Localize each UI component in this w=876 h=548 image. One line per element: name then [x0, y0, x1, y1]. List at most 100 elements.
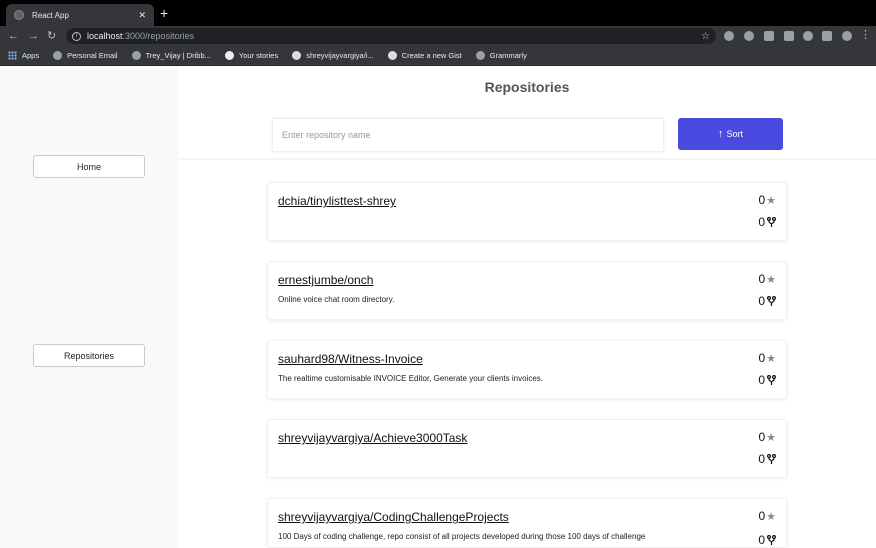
url-path: :3000/repositories — [122, 31, 195, 41]
extension-icon[interactable] — [784, 31, 794, 41]
divider — [178, 158, 876, 160]
reload-icon[interactable]: ↻ — [47, 29, 56, 43]
fork-count-value: 0 — [758, 533, 765, 547]
sidebar-item-repositories[interactable]: Repositories — [33, 344, 145, 367]
bookmark-label: Personal Email — [67, 51, 118, 60]
repo-link[interactable]: shreyvijayvargiya/CodingChallengeProject… — [278, 510, 509, 524]
bookmark-label: Apps — [22, 51, 40, 60]
bookmark-grammarly[interactable]: Grammarly — [475, 51, 527, 60]
fork-count-value: 0 — [758, 215, 765, 229]
extension-icon[interactable] — [724, 31, 734, 41]
tab-strip: React App ✕ + — [0, 0, 876, 26]
bookmark-label: Trey_Vijay | Dribb... — [145, 51, 211, 60]
fork-icon — [767, 295, 776, 306]
sidebar-item-home[interactable]: Home — [33, 155, 145, 178]
fork-count: 0 — [758, 533, 776, 547]
bookmark-label: Create a new Gist — [401, 51, 462, 60]
star-icon: ★ — [766, 510, 776, 523]
more-menu-icon[interactable]: ⋮ — [860, 29, 871, 41]
tab-title: React App — [32, 10, 69, 20]
browser-toolbar: ← → ↻ i localhost :3000/repositories ☆ ⋮ — [0, 26, 876, 46]
repo-description: The realtime customisable INVOICE Editor… — [278, 374, 543, 383]
bookmark-label: shreyvijayvargiya/i... — [306, 51, 374, 60]
repo-link[interactable]: ernestjumbe/onch — [278, 273, 373, 287]
star-count: 0 ★ — [758, 193, 776, 207]
medium-icon — [224, 51, 234, 60]
extension-icon[interactable] — [744, 31, 754, 41]
fork-count: 0 — [758, 452, 776, 466]
github-icon — [387, 51, 397, 60]
forward-arrow-icon[interactable]: → — [28, 29, 39, 43]
bookmark-label: Your stories — [238, 51, 279, 60]
star-count-value: 0 — [758, 272, 766, 286]
repo-card: dchia/tinylisttest-shrey 0 ★ 0 — [267, 182, 787, 241]
repo-link[interactable]: dchia/tinylisttest-shrey — [278, 194, 396, 208]
repo-description: Online voice chat room directory. — [278, 295, 395, 304]
github-icon — [292, 51, 302, 60]
grammarly-icon — [475, 51, 485, 60]
tab-favicon-icon — [14, 10, 24, 20]
puzzle-icon[interactable] — [822, 31, 832, 41]
star-count: 0 ★ — [758, 509, 776, 523]
sort-button[interactable]: ↑ Sort — [678, 118, 783, 150]
fork-icon — [767, 453, 776, 464]
bookmark-label: Grammarly — [489, 51, 527, 60]
profile-icon[interactable] — [842, 31, 852, 41]
close-icon[interactable]: ✕ — [138, 10, 146, 21]
bookmark-apps[interactable]: Apps — [8, 51, 39, 60]
sidebar: Home Repositories — [0, 66, 178, 548]
fork-icon — [767, 374, 776, 385]
fork-count-value: 0 — [758, 452, 765, 466]
fork-count: 0 — [758, 215, 776, 229]
url-host: localhost — [87, 31, 123, 41]
repo-card: sauhard98/Witness-Invoice The realtime c… — [267, 340, 787, 399]
repo-link[interactable]: shreyvijayvargiya/Achieve3000Task — [278, 431, 467, 445]
page-title: Repositories — [484, 79, 570, 95]
extension-icon[interactable] — [764, 31, 774, 41]
app-page: Home Repositories Repositories ↑ Sort dc… — [0, 66, 876, 548]
fork-count-value: 0 — [758, 294, 765, 308]
star-count: 0 ★ — [758, 430, 776, 444]
bookmark-personal-email[interactable]: Personal Email — [53, 51, 118, 60]
star-count-value: 0 — [758, 430, 766, 444]
globe-icon — [53, 51, 63, 60]
repo-card: shreyvijayvargiya/Achieve3000Task 0 ★ 0 — [267, 419, 787, 478]
bookmark-dribbble[interactable]: Trey_Vijay | Dribb... — [131, 51, 211, 60]
fork-count: 0 — [758, 294, 776, 308]
info-icon[interactable]: i — [72, 31, 81, 41]
search-input[interactable] — [272, 118, 664, 152]
main-content: Repositories ↑ Sort dchia/tinylisttest-s… — [178, 66, 876, 548]
apps-grid-icon — [8, 51, 17, 60]
star-count-value: 0 — [758, 193, 766, 207]
fork-count: 0 — [758, 373, 776, 387]
star-count-value: 0 — [758, 509, 766, 523]
fork-count-value: 0 — [758, 373, 765, 387]
browser-tab[interactable]: React App ✕ — [6, 4, 154, 26]
back-arrow-icon[interactable]: ← — [8, 29, 19, 43]
star-icon: ★ — [766, 431, 776, 444]
address-bar[interactable]: i localhost :3000/repositories ☆ — [66, 28, 716, 44]
browser-chrome: React App ✕ + ← → ↻ i localhost :3000/re… — [0, 0, 876, 66]
star-icon: ★ — [766, 194, 776, 207]
star-icon: ★ — [766, 273, 776, 286]
sort-label: Sort — [726, 129, 743, 139]
arrow-up-icon: ↑ — [717, 128, 724, 140]
dribbble-icon — [131, 51, 141, 60]
star-icon: ★ — [766, 352, 776, 365]
fork-icon — [767, 534, 776, 545]
bookmark-your-stories[interactable]: Your stories — [224, 51, 279, 60]
bookmark-star-icon[interactable]: ☆ — [701, 31, 710, 42]
bookmarks-bar: Apps Personal Email Trey_Vijay | Dribb..… — [0, 46, 876, 66]
repo-description: 100 Days of coding challenge, repo consi… — [278, 532, 646, 541]
extension-icon[interactable] — [803, 31, 813, 41]
star-count-value: 0 — [758, 351, 766, 365]
bookmark-github-profile[interactable]: shreyvijayvargiya/i... — [292, 51, 374, 60]
fork-icon — [767, 216, 776, 227]
bookmark-create-gist[interactable]: Create a new Gist — [387, 51, 462, 60]
repo-card: ernestjumbe/onch Online voice chat room … — [267, 261, 787, 320]
star-count: 0 ★ — [758, 351, 776, 365]
repo-card: shreyvijayvargiya/CodingChallengeProject… — [267, 498, 787, 548]
new-tab-plus-icon[interactable]: + — [160, 6, 168, 20]
star-count: 0 ★ — [758, 272, 776, 286]
repo-link[interactable]: sauhard98/Witness-Invoice — [278, 352, 423, 366]
